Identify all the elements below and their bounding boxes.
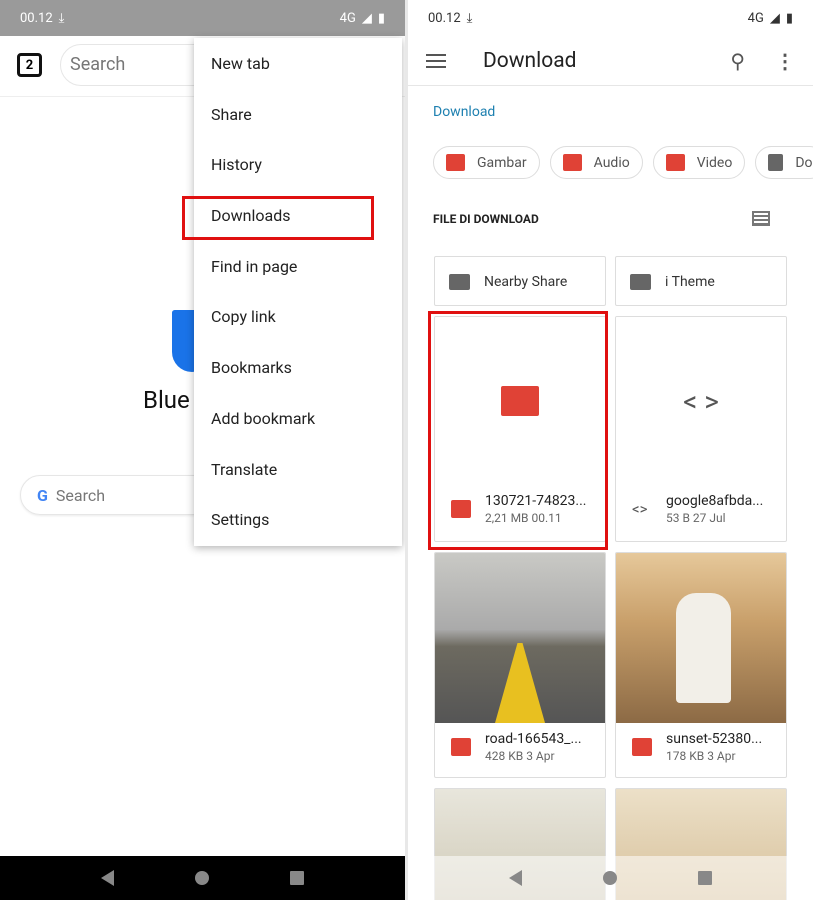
- recents-icon[interactable]: [698, 871, 713, 885]
- status-time: 00.12: [428, 10, 461, 26]
- sunset-thumbnail: [616, 553, 786, 723]
- image-icon: [451, 738, 471, 756]
- code-icon: <>: [632, 500, 648, 518]
- network-label: 4G: [747, 10, 764, 26]
- chip-label: Gambar: [477, 154, 527, 171]
- headphones-icon: [562, 154, 582, 171]
- image-icon: [632, 738, 652, 756]
- tab-switcher-button[interactable]: 2: [17, 53, 42, 77]
- browser-screen: 00.12 ⤓ 4G ◢ ▮ 2 Search Blue G Search New ta…: [0, 0, 405, 900]
- app-bar: Download ⚲ ⋮: [408, 36, 813, 86]
- file-meta: 178 KB 3 Apr: [666, 749, 736, 763]
- system-nav-bar: [0, 856, 405, 900]
- road-thumbnail: [435, 553, 605, 723]
- files-screen: 00.12 ⤓ 4G ◢ ▮ Download ⚲ ⋮ Download Gambar…: [408, 0, 813, 900]
- menu-item-add-bookmark[interactable]: Add bookmark: [194, 394, 402, 445]
- folder-icon: [449, 274, 470, 290]
- menu-item-settings[interactable]: Settings: [194, 495, 402, 546]
- recents-icon[interactable]: [290, 871, 305, 885]
- status-bar: 00.12 ⤓ 4G ◢ ▮: [0, 0, 405, 36]
- back-icon[interactable]: [508, 870, 522, 886]
- document-icon: [768, 154, 784, 171]
- section-title: FILE DI DOWNLOAD: [433, 212, 539, 226]
- file-name: sunset-52380...: [666, 731, 763, 747]
- menu-icon[interactable]: [426, 53, 446, 68]
- chip-documents[interactable]: Do: [755, 146, 813, 179]
- menu-item-share[interactable]: Share: [194, 90, 402, 141]
- folder-name: i Theme: [665, 274, 715, 290]
- downloads-highlight-box: [182, 196, 374, 240]
- search-placeholder: Search: [55, 485, 106, 505]
- file-card-html[interactable]: < > <> google8afbda... 53 B 27 Jul: [615, 316, 787, 542]
- menu-item-copy-link[interactable]: Copy link: [194, 292, 402, 343]
- google-icon: G: [37, 485, 48, 505]
- menu-item-find-in-page[interactable]: Find in page: [194, 242, 402, 293]
- folder-name: Nearby Share: [484, 274, 568, 290]
- filter-chips: Gambar Audio Video Do: [433, 146, 813, 179]
- chip-label: Do: [795, 154, 813, 171]
- signal-icon: ◢: [769, 10, 780, 26]
- chip-gambar[interactable]: Gambar: [433, 146, 540, 179]
- file-name: google8afbda...: [666, 493, 764, 509]
- image-icon: [446, 154, 465, 171]
- back-icon[interactable]: [100, 870, 114, 886]
- network-label: 4G: [339, 10, 356, 26]
- search-icon[interactable]: ⚲: [730, 49, 745, 73]
- menu-item-bookmarks[interactable]: Bookmarks: [194, 343, 402, 394]
- chip-label: Video: [696, 154, 733, 171]
- signal-icon: ◢: [361, 10, 372, 26]
- page-title: Download: [483, 48, 577, 73]
- file-card-road[interactable]: road-166543_... 428 KB 3 Apr: [434, 552, 606, 778]
- chip-label: Audio: [593, 154, 630, 171]
- status-time: 00.12: [20, 10, 53, 26]
- file-name: road-166543_...: [485, 731, 582, 747]
- movie-icon: [665, 154, 685, 171]
- battery-icon: ▮: [785, 10, 793, 26]
- chip-video[interactable]: Video: [652, 146, 746, 179]
- file-meta: 428 KB 3 Apr: [485, 749, 555, 763]
- video-highlight-box: [428, 311, 608, 550]
- menu-item-new-tab[interactable]: New tab: [194, 39, 402, 90]
- home-icon[interactable]: [194, 871, 209, 885]
- file-card-sunset[interactable]: sunset-52380... 178 KB 3 Apr: [615, 552, 787, 778]
- brand-name: Blue: [143, 386, 190, 414]
- folder-nearby-share[interactable]: Nearby Share: [434, 256, 606, 306]
- more-icon[interactable]: ⋮: [775, 49, 795, 73]
- menu-item-translate[interactable]: Translate: [194, 445, 402, 496]
- system-nav-bar: [408, 856, 813, 900]
- download-icon: ⤓: [466, 10, 473, 26]
- chip-audio[interactable]: Audio: [549, 146, 643, 179]
- download-icon: ⤓: [58, 10, 65, 26]
- breadcrumb[interactable]: Download: [433, 104, 495, 120]
- folder-i-theme[interactable]: i Theme: [615, 256, 787, 306]
- battery-icon: ▮: [377, 10, 385, 26]
- code-icon: < >: [683, 384, 719, 418]
- status-bar: 00.12 ⤓ 4G ◢ ▮: [408, 0, 813, 36]
- list-view-icon[interactable]: [752, 211, 770, 226]
- home-icon[interactable]: [602, 871, 617, 885]
- folder-icon: [630, 274, 651, 290]
- overflow-menu: New tab Share History Downloads Find in …: [194, 38, 402, 546]
- menu-item-history[interactable]: History: [194, 140, 402, 191]
- file-meta: 53 B 27 Jul: [666, 511, 726, 525]
